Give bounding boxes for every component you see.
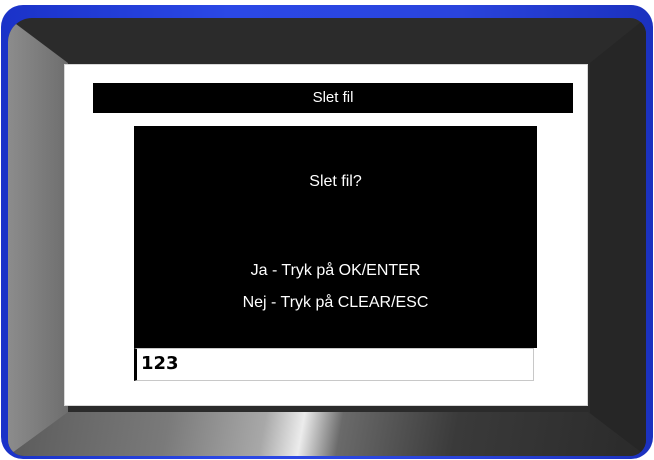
bezel-bottom-bevel: [8, 412, 646, 456]
label-text-input[interactable]: 123: [134, 348, 534, 381]
dialog-question: Slet fil?: [309, 173, 362, 190]
confirm-dialog: Slet fil? Ja - Tryk på OK/ENTER Nej - Tr…: [134, 126, 537, 348]
display-screen: Slet fil Slet fil? Ja - Tryk på OK/ENTER…: [64, 64, 588, 406]
device-frame: Slet fil Slet fil? Ja - Tryk på OK/ENTER…: [0, 0, 654, 460]
dialog-title: Slet fil: [93, 83, 573, 113]
bezel-right-bevel: [590, 18, 646, 456]
bezel-left-bevel: [8, 18, 68, 456]
no-instruction: Nej - Tryk på CLEAR/ESC: [242, 294, 429, 311]
yes-instruction: Ja - Tryk på OK/ENTER: [250, 262, 421, 279]
